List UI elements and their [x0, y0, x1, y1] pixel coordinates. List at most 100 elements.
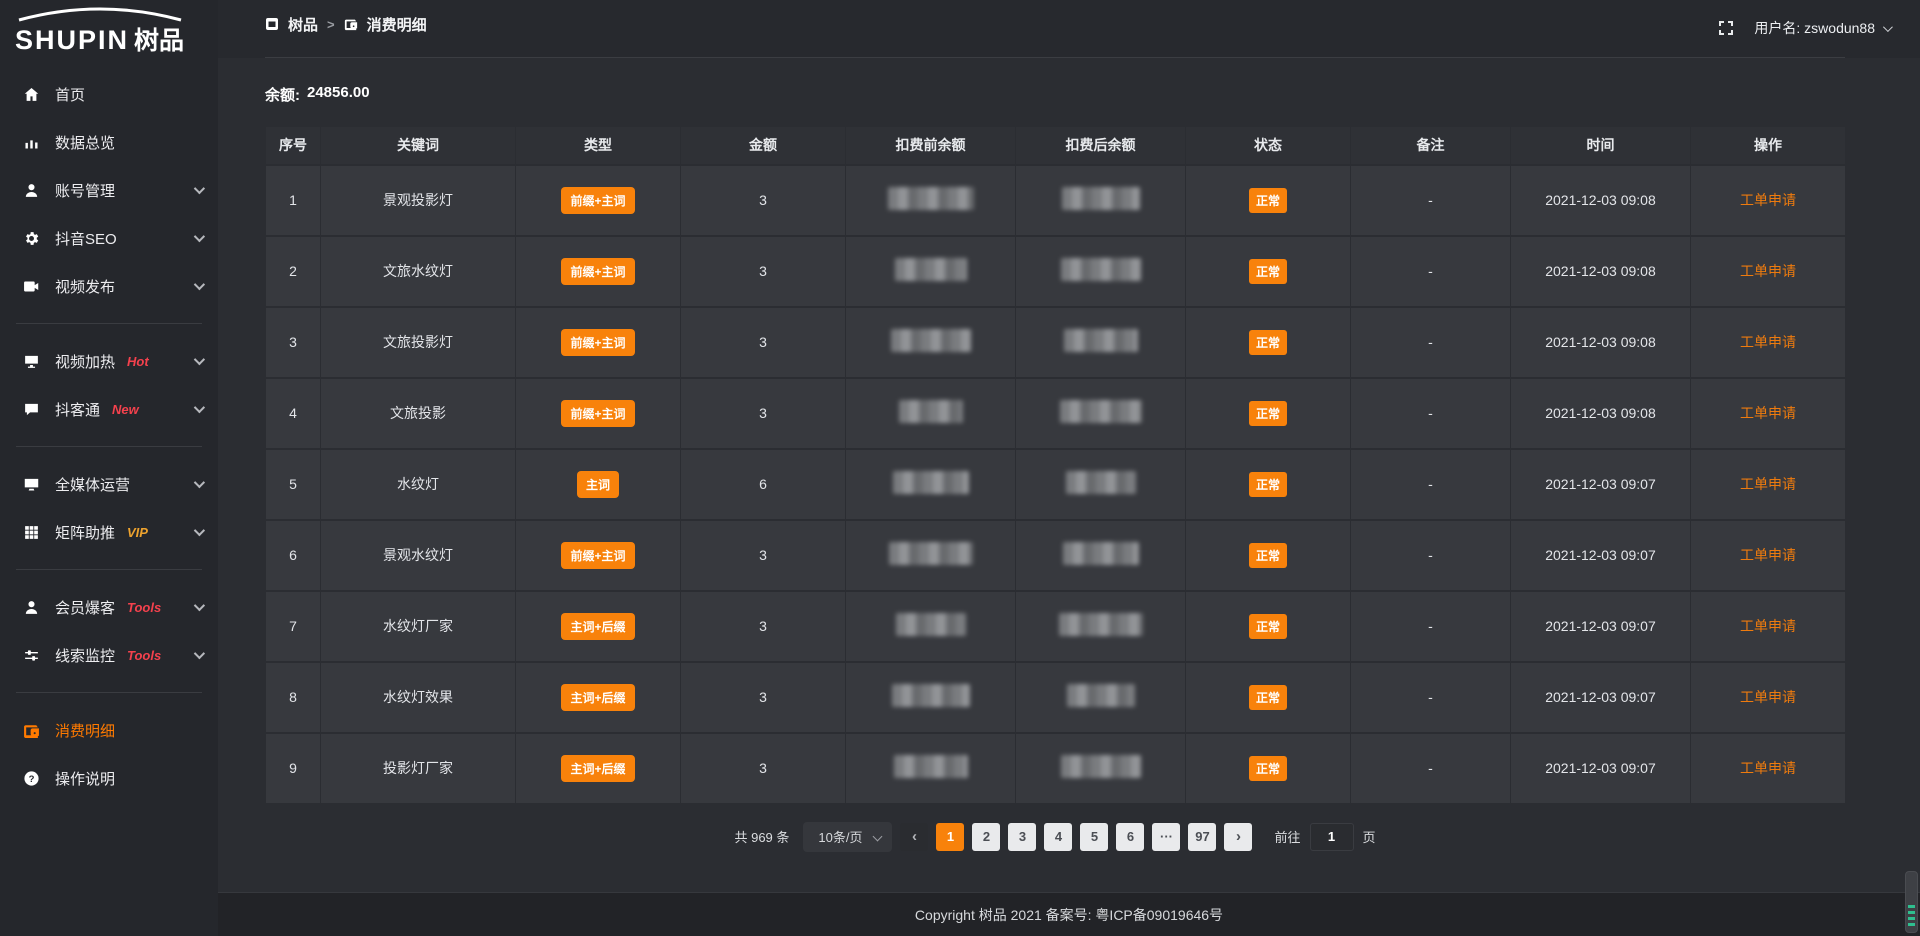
sidebar-item-6[interactable]: 视频加热Hot	[0, 337, 218, 385]
cell-action: 工单申请	[1691, 591, 1846, 662]
page-button-3[interactable]: 3	[1008, 823, 1036, 851]
table-row: 2文旅水纹灯前缀+主词3正常-2021-12-03 09:08工单申请	[266, 236, 1846, 307]
page-button-97[interactable]: 97	[1188, 823, 1216, 851]
sidebar-item-label: 全媒体运营	[55, 474, 130, 495]
cell-amount: 3	[681, 165, 846, 236]
sidebar-item-7[interactable]: 抖客通New	[0, 385, 218, 433]
breadcrumb-item-home[interactable]: 树品	[288, 14, 318, 35]
time-text: 2021-12-03 09:07	[1545, 547, 1656, 563]
sidebar-item-1[interactable]: 数据总览	[0, 118, 218, 166]
chevron-down-icon	[194, 402, 205, 413]
cell-balance-after	[1016, 307, 1186, 378]
sidebar-item-13[interactable]: 线索监控 Tools	[0, 631, 218, 679]
table-row: 8水纹灯效果主词+后缀3正常-2021-12-03 09:07工单申请	[266, 662, 1846, 733]
work-order-link[interactable]: 工单申请	[1740, 263, 1796, 279]
remark-text: -	[1428, 405, 1433, 421]
sidebar-item-0[interactable]: 首页	[0, 70, 218, 118]
status-badge: 正常	[1249, 401, 1287, 426]
page-size-value: 10条/页	[818, 827, 862, 846]
page-button-1[interactable]: 1	[936, 823, 964, 851]
page-size-select[interactable]: 10条/页	[803, 822, 892, 852]
type-badge: 前缀+主词	[561, 542, 634, 569]
menu-badge: Tools	[127, 648, 161, 663]
cell-balance-after	[1016, 591, 1186, 662]
sidebar-item-10[interactable]: 矩阵助推VIP	[0, 508, 218, 556]
sidebar-item-label: 首页	[55, 84, 85, 105]
sidebar-item-9[interactable]: 全媒体运营	[0, 460, 218, 508]
keyword-text: 水纹灯效果	[383, 689, 453, 705]
table-row: 3文旅投影灯前缀+主词3正常-2021-12-03 09:08工单申请	[266, 307, 1846, 378]
amount-value: 3	[759, 192, 767, 208]
page-button-5[interactable]: 5	[1080, 823, 1108, 851]
cell-time: 2021-12-03 09:07	[1511, 733, 1691, 804]
time-text: 2021-12-03 09:07	[1545, 760, 1656, 776]
work-order-link[interactable]: 工单申请	[1740, 334, 1796, 350]
pagination: 共 969 条 10条/页 ‹ 123456···97 › 前往 页	[265, 822, 1845, 852]
row-number: 2	[289, 263, 297, 279]
keyword-text: 文旅水纹灯	[383, 263, 453, 279]
page-button-4[interactable]: 4	[1044, 823, 1072, 851]
row-number: 5	[289, 476, 297, 492]
masked-balance-after	[1060, 400, 1142, 423]
work-order-link[interactable]: 工单申请	[1740, 476, 1796, 492]
sidebar-item-16[interactable]: ?操作说明	[0, 754, 218, 802]
main-content: 余额: 24856.00 序号关键词类型金额扣费前余额扣费后余额状态备注时间操作…	[218, 58, 1920, 892]
user-menu[interactable]: 用户名: zswodun88	[1754, 18, 1890, 38]
work-order-link[interactable]: 工单申请	[1740, 192, 1796, 208]
topbar: 树品 > 消费明细 用户名: zswodun88	[218, 0, 1920, 58]
sidebar-item-label: 线索监控	[55, 645, 115, 666]
prev-page-button[interactable]: ‹	[900, 823, 928, 851]
cell-remark: -	[1351, 165, 1511, 236]
app-logo[interactable]: SHUPIN 树品	[0, 0, 218, 54]
masked-balance-after	[1066, 471, 1136, 494]
column-header: 扣费后余额	[1016, 127, 1186, 165]
cell-no: 6	[266, 520, 321, 591]
cell-amount: 3	[681, 236, 846, 307]
cell-keyword: 水纹灯厂家	[321, 591, 516, 662]
page-button-6[interactable]: 6	[1116, 823, 1144, 851]
floating-widget[interactable]	[1905, 871, 1918, 933]
cell-balance-before	[846, 662, 1016, 733]
fullscreen-icon[interactable]	[1718, 20, 1734, 36]
menu-divider	[16, 446, 202, 447]
sidebar-item-label: 抖客通	[55, 399, 100, 420]
goto-page-input[interactable]	[1310, 823, 1354, 851]
status-badge: 正常	[1249, 614, 1287, 639]
work-order-link[interactable]: 工单申请	[1740, 618, 1796, 634]
sidebar-item-4[interactable]: 视频发布	[0, 262, 218, 310]
amount-value: 3	[759, 334, 767, 350]
next-page-button[interactable]: ›	[1224, 823, 1252, 851]
sidebar-item-label: 会员爆客	[55, 597, 115, 618]
cell-time: 2021-12-03 09:07	[1511, 449, 1691, 520]
sidebar-item-15[interactable]: 消费明细	[0, 706, 218, 754]
page-button-2[interactable]: 2	[972, 823, 1000, 851]
cell-no: 9	[266, 733, 321, 804]
cell-no: 1	[266, 165, 321, 236]
chevron-down-icon	[194, 354, 205, 365]
cell-time: 2021-12-03 09:08	[1511, 236, 1691, 307]
sidebar-item-label: 抖音SEO	[55, 228, 117, 249]
work-order-link[interactable]: 工单申请	[1740, 405, 1796, 421]
type-badge: 主词+后缀	[561, 684, 634, 711]
row-number: 1	[289, 192, 297, 208]
more-pages-button[interactable]: ···	[1152, 823, 1180, 851]
sidebar-item-2[interactable]: 账号管理	[0, 166, 218, 214]
menu-divider	[16, 692, 202, 693]
sidebar-item-12[interactable]: 会员爆客Tools	[0, 583, 218, 631]
sidebar-item-3[interactable]: 抖音SEO	[0, 214, 218, 262]
row-number: 3	[289, 334, 297, 350]
masked-balance-before	[896, 613, 966, 636]
work-order-link[interactable]: 工单申请	[1740, 760, 1796, 776]
cell-time: 2021-12-03 09:07	[1511, 591, 1691, 662]
cell-remark: -	[1351, 378, 1511, 449]
work-order-link[interactable]: 工单申请	[1740, 547, 1796, 563]
table-header-row: 序号关键词类型金额扣费前余额扣费后余额状态备注时间操作	[266, 127, 1846, 165]
cell-remark: -	[1351, 449, 1511, 520]
cell-no: 7	[266, 591, 321, 662]
work-order-link[interactable]: 工单申请	[1740, 689, 1796, 705]
gear-icon	[23, 230, 40, 247]
balance-value: 24856.00	[307, 84, 370, 105]
cell-no: 4	[266, 378, 321, 449]
sidebar-item-label: 数据总览	[55, 132, 115, 153]
column-header: 类型	[516, 127, 681, 165]
